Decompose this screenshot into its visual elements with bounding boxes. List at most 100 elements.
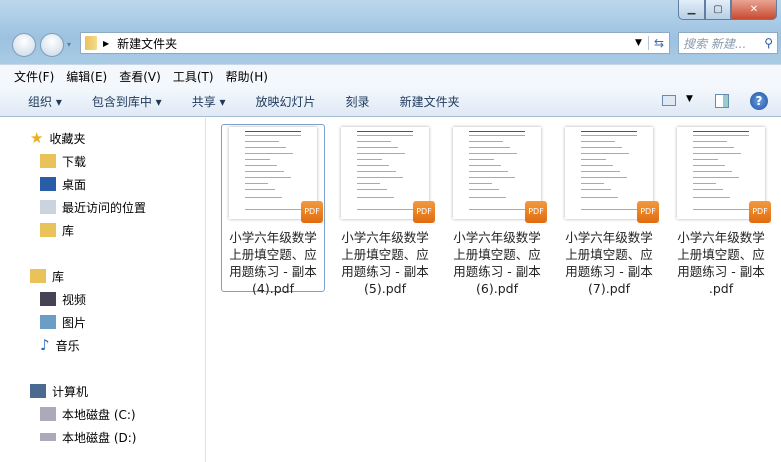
nav-drive-c[interactable]: 本地磁盘 (C:) <box>40 404 136 424</box>
video-icon <box>40 292 56 306</box>
nav-label: 库 <box>62 223 75 238</box>
nav-music[interactable]: ♪ 音乐 <box>40 335 80 355</box>
pdf-thumbnail: PDF <box>565 127 659 223</box>
music-icon: ♪ <box>40 336 50 354</box>
menu-help[interactable]: 帮助(H) <box>226 68 268 85</box>
pdf-thumbnail: PDF <box>229 127 323 223</box>
nav-pictures[interactable]: 图片 <box>40 312 86 332</box>
file-name-line: 小学六年级数学 <box>565 230 653 245</box>
file-item[interactable]: PDF 小学六年级数学 上册填空题、应 用题练习 - 副本 (5).pdf <box>333 124 437 296</box>
menu-tools[interactable]: 工具(T) <box>173 68 214 85</box>
new-folder-button[interactable]: 新建文件夹 <box>400 93 460 110</box>
nav-libraries[interactable]: 库 <box>30 266 64 286</box>
file-name-line: .pdf <box>708 281 734 296</box>
pdf-icon: PDF <box>525 201 547 223</box>
forward-button[interactable] <box>40 33 64 57</box>
view-options-icon[interactable] <box>662 95 676 106</box>
nav-label: 计算机 <box>52 384 89 399</box>
file-item[interactable]: PDF 小学六年级数学 上册填空题、应 用题练习 - 副本 (4).pdf <box>221 124 325 296</box>
close-button[interactable]: ✕ <box>731 0 777 20</box>
library-icon <box>30 269 46 283</box>
view-dropdown-icon[interactable]: ▼ <box>686 94 693 104</box>
nav-drive-d[interactable]: 本地磁盘 (D:) <box>40 427 136 447</box>
file-name-line: (4).pdf <box>252 281 294 296</box>
nav-favorites[interactable]: ★ 收藏夹 <box>30 128 85 148</box>
file-name-line: 上册填空题、应 <box>453 247 541 262</box>
title-bar: ▁ ▢ ✕ ▾ ▶ 新建文件夹 ▼ ⇆ 搜索 新建... ⚲ <box>0 0 781 64</box>
nav-label: 桌面 <box>62 177 87 192</box>
computer-icon <box>30 384 46 398</box>
address-dropdown-icon[interactable]: ▼ <box>635 38 642 48</box>
nav-label: 下载 <box>62 154 87 169</box>
file-name-line: 小学六年级数学 <box>677 230 765 245</box>
file-name-line: 上册填空题、应 <box>565 247 653 262</box>
command-bar: 组织 ▾ 包含到库中 ▾ 共享 ▾ 放映幻灯片 刻录 新建文件夹 ▼ ? <box>0 87 781 117</box>
library-icon <box>40 223 56 237</box>
history-dropdown-icon[interactable]: ▾ <box>67 40 71 49</box>
pictures-icon <box>40 315 56 329</box>
menu-bar: 文件(F) 编辑(E) 查看(V) 工具(T) 帮助(H) <box>0 64 781 87</box>
pdf-icon: PDF <box>749 201 771 223</box>
menu-edit[interactable]: 编辑(E) <box>66 68 107 85</box>
maximize-button[interactable]: ▢ <box>705 0 731 20</box>
file-list: PDF 小学六年级数学 上册填空题、应 用题练习 - 副本 (4).pdf PDF 小学六年… <box>207 118 781 462</box>
preview-pane-icon[interactable] <box>715 94 729 108</box>
minimize-button[interactable]: ▁ <box>678 0 705 20</box>
star-icon: ★ <box>30 129 44 147</box>
pdf-thumbnail: PDF <box>453 127 547 223</box>
back-button[interactable] <box>12 33 36 57</box>
file-name-line: (5).pdf <box>364 281 406 296</box>
file-name-line: 小学六年级数学 <box>341 230 429 245</box>
help-icon[interactable]: ? <box>750 92 768 110</box>
burn-button[interactable]: 刻录 <box>346 93 370 110</box>
file-name-line: 小学六年级数学 <box>453 230 541 245</box>
organize-button[interactable]: 组织 ▾ <box>28 93 62 110</box>
nav-label: 最近访问的位置 <box>62 200 147 215</box>
file-name-line: 上册填空题、应 <box>341 247 429 262</box>
file-item[interactable]: PDF 小学六年级数学 上册填空题、应 用题练习 - 副本 .pdf <box>669 124 773 296</box>
nav-downloads[interactable]: 下载 <box>40 151 86 171</box>
nav-label: 图片 <box>62 315 87 330</box>
pdf-thumbnail: PDF <box>341 127 435 223</box>
breadcrumb-current[interactable]: 新建文件夹 <box>117 35 177 52</box>
address-bar[interactable]: ▶ 新建文件夹 ▼ ⇆ <box>80 32 670 54</box>
file-item[interactable]: PDF 小学六年级数学 上册填空题、应 用题练习 - 副本 (7).pdf <box>557 124 661 296</box>
file-name: 小学六年级数学 上册填空题、应 用题练习 - 副本 (6).pdf <box>446 229 548 297</box>
nav-videos[interactable]: 视频 <box>40 289 86 309</box>
nav-label: 库 <box>52 269 65 284</box>
drive-icon <box>40 433 56 441</box>
file-name: 小学六年级数学 上册填空题、应 用题练习 - 副本 (5).pdf <box>334 229 436 297</box>
file-name: 小学六年级数学 上册填空题、应 用题练习 - 副本 (4).pdf <box>222 229 324 297</box>
nav-label: 本地磁盘 (D:) <box>62 430 137 445</box>
refresh-icon[interactable]: ⇆ <box>647 36 669 50</box>
file-name-line: 上册填空题、应 <box>677 247 765 262</box>
nav-computer[interactable]: 计算机 <box>30 381 88 401</box>
file-name-line: (6).pdf <box>476 281 518 296</box>
search-icon[interactable]: ⚲ <box>764 36 773 50</box>
pdf-icon: PDF <box>637 201 659 223</box>
folder-icon <box>85 36 97 50</box>
file-name-line: 用题练习 - 副本 <box>677 264 765 279</box>
nav-desktop[interactable]: 桌面 <box>40 174 86 194</box>
downloads-folder-icon <box>40 154 56 168</box>
nav-label: 收藏夹 <box>49 131 86 146</box>
nav-recent-places[interactable]: 最近访问的位置 <box>40 197 146 217</box>
pdf-icon: PDF <box>301 201 323 223</box>
search-input[interactable]: 搜索 新建... ⚲ <box>678 32 778 54</box>
breadcrumb-arrow-icon[interactable]: ▶ <box>103 39 109 48</box>
nav-label: 视频 <box>62 292 87 307</box>
slideshow-button[interactable]: 放映幻灯片 <box>256 93 316 110</box>
desktop-icon <box>40 177 56 191</box>
file-name-line: 用题练习 - 副本 <box>341 264 429 279</box>
menu-file[interactable]: 文件(F) <box>14 68 54 85</box>
file-name-line: 上册填空题、应 <box>229 247 317 262</box>
file-item[interactable]: PDF 小学六年级数学 上册填空题、应 用题练习 - 副本 (6).pdf <box>445 124 549 296</box>
search-placeholder: 搜索 新建... <box>683 36 747 51</box>
menu-view[interactable]: 查看(V) <box>119 68 161 85</box>
nav-fav-libraries[interactable]: 库 <box>40 220 74 240</box>
pdf-icon: PDF <box>413 201 435 223</box>
include-in-library-button[interactable]: 包含到库中 ▾ <box>92 93 162 110</box>
recent-places-icon <box>40 200 56 214</box>
drive-icon <box>40 407 56 421</box>
share-button[interactable]: 共享 ▾ <box>192 93 226 110</box>
